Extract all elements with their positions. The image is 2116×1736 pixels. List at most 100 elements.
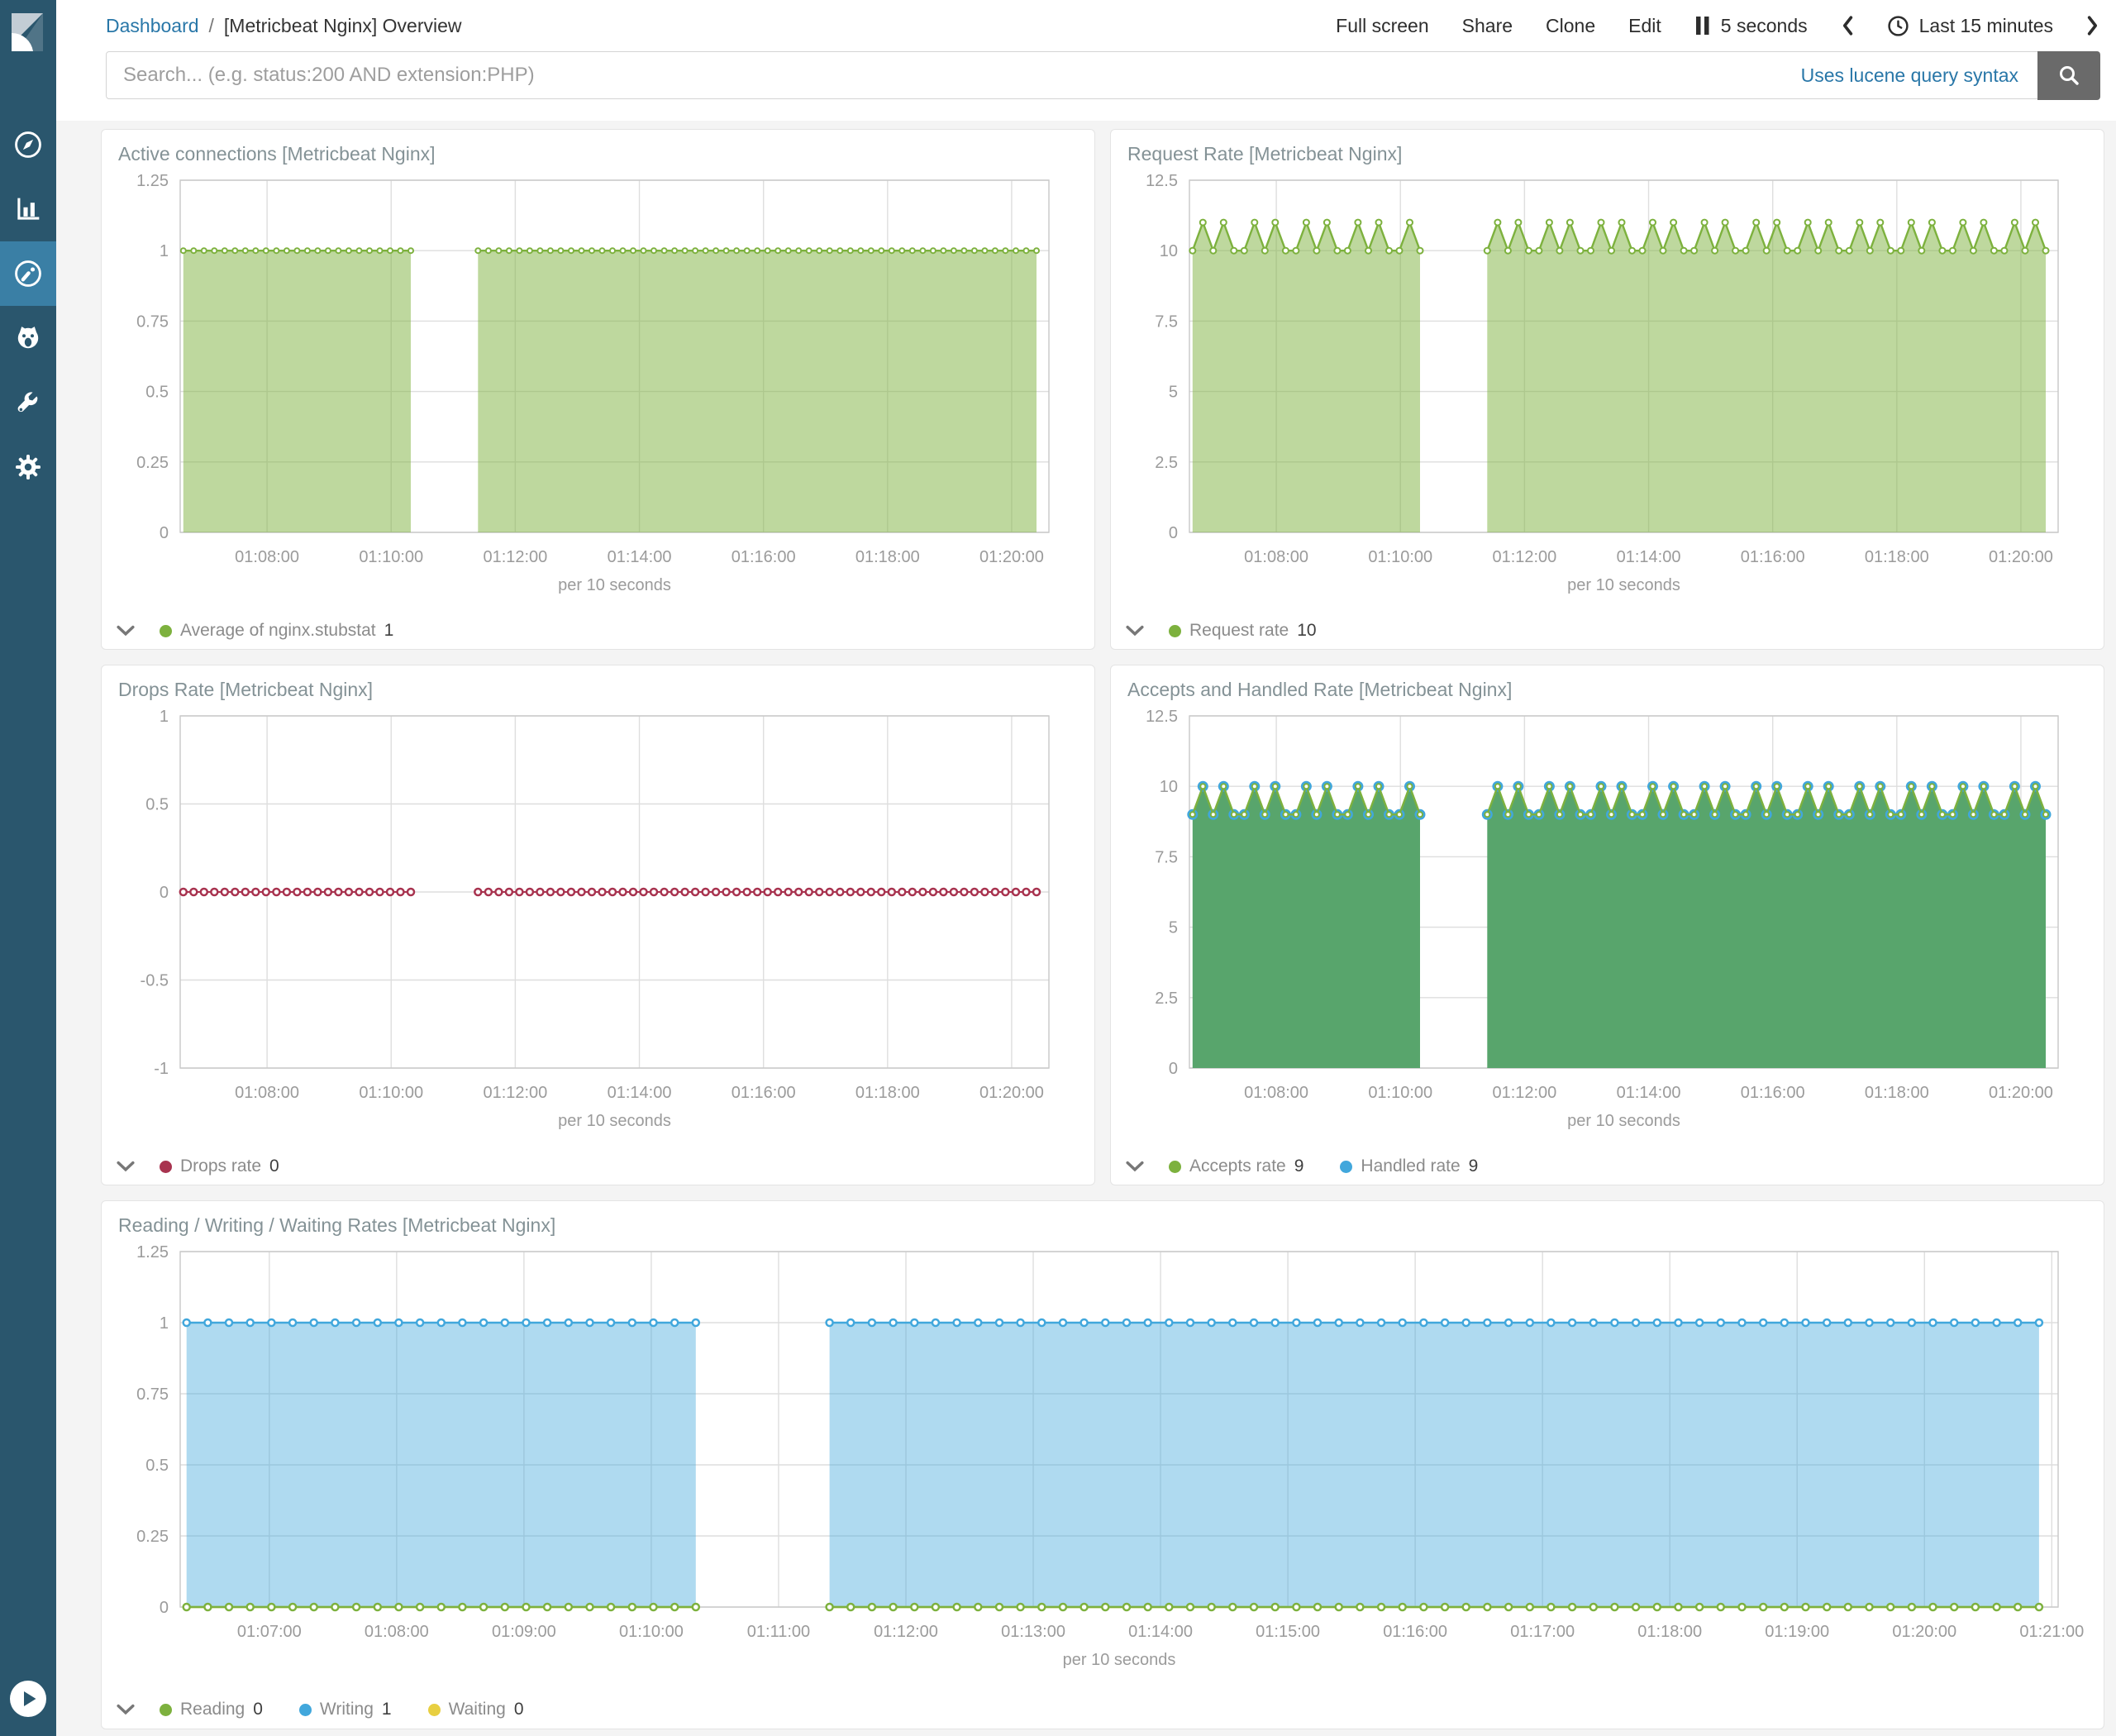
bar-chart-icon bbox=[17, 198, 40, 220]
panel-title: Active connections [Metricbeat Nginx] bbox=[118, 143, 436, 165]
search-bar: Uses lucene query syntax bbox=[106, 50, 2100, 100]
svg-text:01:14:00: 01:14:00 bbox=[608, 1084, 672, 1102]
legend-item[interactable]: Accepts rate 9 bbox=[1169, 1157, 1303, 1176]
kibana-logo[interactable] bbox=[0, 0, 56, 56]
pause-refresh-button[interactable]: 5 seconds bbox=[1694, 15, 1808, 37]
svg-text:01:20:00: 01:20:00 bbox=[979, 548, 1044, 566]
svg-text:01:18:00: 01:18:00 bbox=[1865, 1084, 1929, 1102]
legend-item[interactable]: Reading 0 bbox=[160, 1700, 263, 1719]
svg-text:10: 10 bbox=[1160, 778, 1178, 796]
legend-color-dot bbox=[160, 624, 172, 637]
svg-text:1: 1 bbox=[160, 1314, 169, 1333]
svg-text:per 10 seconds: per 10 seconds bbox=[1567, 1112, 1680, 1130]
panel-request-rate: Request Rate [Metricbeat Nginx] 0 2.5 5 7.5… bbox=[1110, 129, 2104, 650]
accepts-handled-area-chart[interactable]: 0 2.5 5 7.5 10 12.5 01:08:00 01:10:00 01:12:00 01… bbox=[1111, 704, 2104, 1147]
drops-rate-line-chart[interactable]: -1 -0.5 0 0.5 1 01:08:00 01:10:00 01:12:00 01:14… bbox=[102, 704, 1094, 1147]
sidebar-collapse-button[interactable] bbox=[0, 1662, 56, 1736]
share-button[interactable]: Share bbox=[1462, 15, 1513, 37]
legend-collapse-icon[interactable] bbox=[1126, 1161, 1144, 1172]
svg-text:01:16:00: 01:16:00 bbox=[1741, 548, 1805, 566]
legend-label: Drops rate bbox=[180, 1157, 262, 1176]
time-range-picker[interactable]: Last 15 minutes bbox=[1887, 15, 2053, 37]
svg-text:01:20:00: 01:20:00 bbox=[1892, 1623, 1956, 1641]
sidebar-item-discover[interactable] bbox=[0, 112, 56, 177]
sidebar-item-dashboard[interactable] bbox=[0, 241, 56, 306]
legend-value: 9 bbox=[1294, 1157, 1304, 1176]
legend-item[interactable]: Drops rate 0 bbox=[160, 1157, 279, 1176]
svg-text:01:11:00: 01:11:00 bbox=[747, 1623, 810, 1641]
svg-text:01:10:00: 01:10:00 bbox=[619, 1623, 684, 1641]
time-step-back-button[interactable] bbox=[1841, 15, 1854, 36]
svg-text:per 10 seconds: per 10 seconds bbox=[1567, 576, 1680, 594]
breadcrumb-current: [Metricbeat Nginx] Overview bbox=[223, 14, 462, 36]
svg-text:0.5: 0.5 bbox=[145, 796, 169, 814]
sidebar-item-timelion[interactable] bbox=[0, 306, 56, 370]
svg-text:01:13:00: 01:13:00 bbox=[1001, 1623, 1065, 1641]
svg-text:01:19:00: 01:19:00 bbox=[1765, 1623, 1829, 1641]
legend-label: Reading bbox=[180, 1700, 245, 1719]
svg-text:0: 0 bbox=[160, 524, 169, 542]
legend-item[interactable]: Handled rate 9 bbox=[1340, 1157, 1478, 1176]
legend-label: Waiting bbox=[448, 1700, 506, 1719]
reading-writing-waiting-area-chart[interactable]: 0 0.25 0.5 0.75 1 1.25 01:07:00 01:08:00 01:09:0… bbox=[102, 1240, 2104, 1686]
legend-collapse-icon[interactable] bbox=[117, 1161, 135, 1172]
sidebar-item-dev-tools[interactable] bbox=[0, 370, 56, 435]
legend-item[interactable]: Average of nginx.stubstat 1 bbox=[160, 621, 393, 641]
svg-text:5: 5 bbox=[1169, 919, 1178, 937]
legend-label: Writing bbox=[319, 1700, 374, 1719]
svg-text:per 10 seconds: per 10 seconds bbox=[558, 576, 671, 594]
legend-item[interactable]: Request rate 10 bbox=[1169, 621, 1317, 641]
chevron-left-icon bbox=[1842, 16, 1852, 36]
full-screen-button[interactable]: Full screen bbox=[1336, 15, 1428, 37]
svg-text:01:16:00: 01:16:00 bbox=[1741, 1084, 1805, 1102]
legend-color-dot bbox=[1169, 624, 1181, 637]
svg-text:01:10:00: 01:10:00 bbox=[359, 1084, 423, 1102]
legend-value: 10 bbox=[1297, 621, 1317, 640]
panel-title: Drops Rate [Metricbeat Nginx] bbox=[118, 679, 374, 700]
svg-text:01:16:00: 01:16:00 bbox=[1383, 1623, 1447, 1641]
svg-text:01:16:00: 01:16:00 bbox=[732, 548, 796, 566]
legend-value: 9 bbox=[1468, 1157, 1479, 1176]
panel-active-connections: Active connections [Metricbeat Nginx] 0 0… bbox=[101, 129, 1095, 650]
panel-drops-rate: Drops Rate [Metricbeat Nginx] -1 -0.5 0 0.5… bbox=[101, 665, 1095, 1185]
svg-text:01:20:00: 01:20:00 bbox=[1989, 548, 2053, 566]
legend-collapse-icon[interactable] bbox=[117, 625, 135, 637]
svg-text:01:08:00: 01:08:00 bbox=[1244, 548, 1308, 566]
svg-text:0.5: 0.5 bbox=[145, 1457, 169, 1475]
header: Dashboard / [Metricbeat Nginx] Overview … bbox=[56, 0, 2116, 121]
lucene-syntax-link[interactable]: Uses lucene query syntax bbox=[1801, 64, 2018, 87]
svg-text:01:10:00: 01:10:00 bbox=[1368, 1084, 1432, 1102]
sidebar-item-management[interactable] bbox=[0, 435, 56, 499]
legend-collapse-icon[interactable] bbox=[117, 1704, 135, 1715]
clone-button[interactable]: Clone bbox=[1546, 15, 1595, 37]
legend-item[interactable]: Waiting 0 bbox=[427, 1700, 524, 1719]
request-rate-area-chart[interactable]: 0 2.5 5 7.5 10 12.5 01:08:00 01:10:00 01:12:00 01… bbox=[1111, 169, 2104, 612]
svg-text:0: 0 bbox=[1169, 524, 1178, 542]
svg-text:0.5: 0.5 bbox=[145, 384, 169, 402]
active-connections-area-chart[interactable]: 0 0.25 0.5 0.75 1 1.25 01:08:00 01:10:00 01:12:0… bbox=[102, 169, 1094, 612]
chart-legend: Request rate 10 bbox=[1111, 612, 2104, 649]
legend-item[interactable]: Writing 1 bbox=[298, 1700, 392, 1719]
legend-label: Handled rate bbox=[1361, 1157, 1461, 1176]
svg-text:01:08:00: 01:08:00 bbox=[365, 1623, 429, 1641]
search-input[interactable] bbox=[107, 52, 1801, 98]
sidebar-item-visualize[interactable] bbox=[0, 177, 56, 241]
legend-color-dot bbox=[427, 1703, 441, 1716]
time-step-forward-button[interactable] bbox=[2086, 15, 2099, 36]
edit-button[interactable]: Edit bbox=[1628, 15, 1661, 37]
svg-text:01:08:00: 01:08:00 bbox=[235, 548, 299, 566]
svg-text:01:18:00: 01:18:00 bbox=[855, 1084, 920, 1102]
svg-text:7.5: 7.5 bbox=[1155, 848, 1178, 866]
sidebar-nav bbox=[0, 112, 56, 499]
chart-legend: Reading 0 Writing 1 Waiting 0 bbox=[102, 1691, 2104, 1729]
svg-text:12.5: 12.5 bbox=[1146, 708, 1178, 726]
panel-accepts-handled-rate: Accepts and Handled Rate [Metricbeat Ngi… bbox=[1110, 665, 2104, 1185]
breadcrumb-dashboard-link[interactable]: Dashboard bbox=[106, 15, 199, 37]
legend-color-dot bbox=[160, 1160, 172, 1173]
svg-text:01:07:00: 01:07:00 bbox=[237, 1623, 302, 1641]
legend-collapse-icon[interactable] bbox=[1126, 625, 1144, 637]
svg-text:1.25: 1.25 bbox=[136, 172, 169, 190]
svg-text:01:14:00: 01:14:00 bbox=[1617, 1084, 1681, 1102]
gear-icon bbox=[16, 455, 41, 479]
search-button[interactable] bbox=[2037, 50, 2100, 100]
